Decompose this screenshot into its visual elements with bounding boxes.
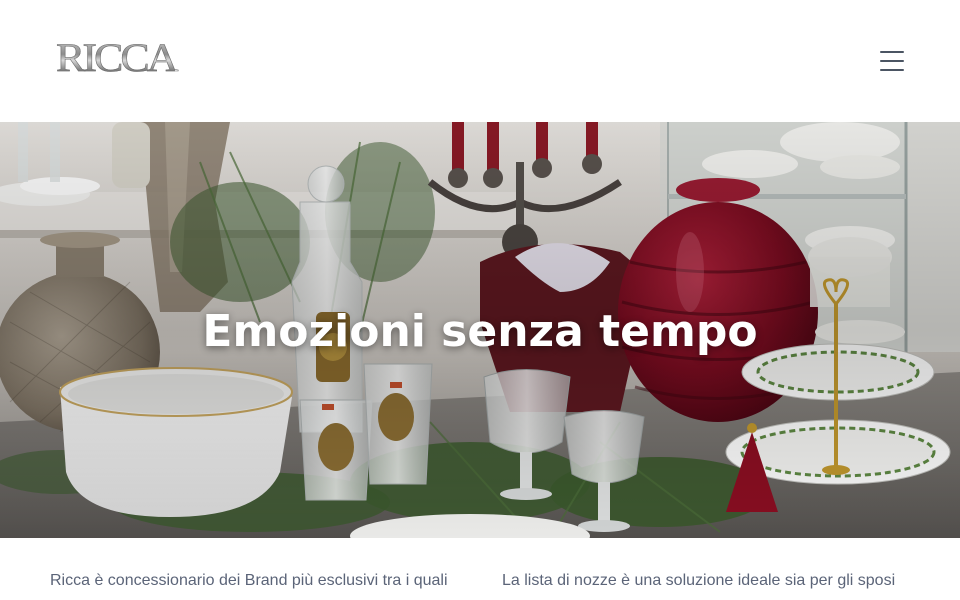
intro-section: Ricca è concessionario dei Brand più esc… — [0, 538, 960, 600]
hero-title: Emozioni senza tempo — [202, 306, 758, 357]
menu-line — [880, 51, 904, 53]
menu-line — [880, 69, 904, 71]
hamburger-menu-icon[interactable] — [874, 46, 910, 76]
brand-logo[interactable]: RICCA — [56, 37, 179, 78]
site-header: RICCA — [0, 0, 960, 122]
brands-intro-text: Ricca è concessionario dei Brand più esc… — [50, 572, 448, 589]
hero-banner: Emozioni senza tempo — [0, 122, 960, 538]
wedding-list-intro-text: La lista di nozze è una soluzione ideale… — [502, 572, 896, 589]
menu-line — [880, 60, 904, 62]
